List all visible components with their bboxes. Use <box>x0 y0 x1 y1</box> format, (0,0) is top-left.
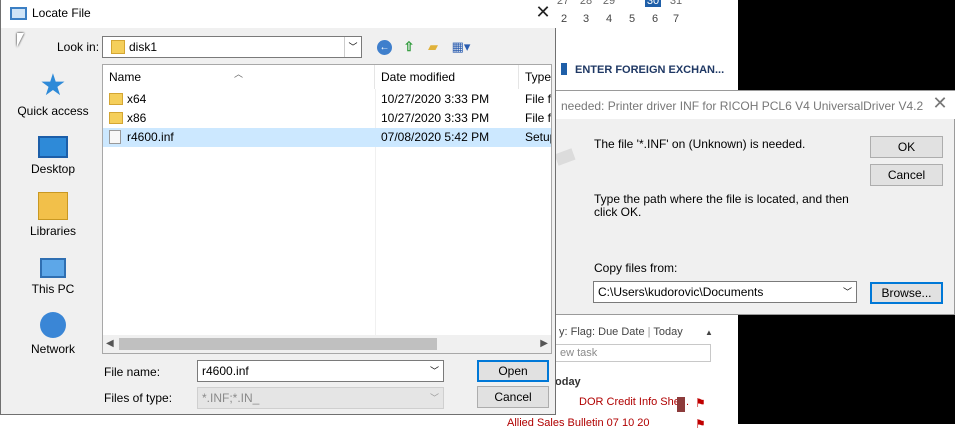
place-libraries[interactable]: Libraries <box>9 192 97 238</box>
desktop-icon <box>38 136 68 158</box>
calendar-day[interactable]: 27 <box>555 0 571 7</box>
flag-icon[interactable]: ⚑ <box>695 417 706 431</box>
new-folder-icon[interactable]: ▰ <box>424 39 442 55</box>
folder-icon <box>111 40 125 54</box>
chevron-down-icon[interactable]: ﹀ <box>344 37 361 57</box>
instruction-message: Type the path where the file is located,… <box>594 192 849 219</box>
place-this-pc[interactable]: This PC <box>9 252 97 296</box>
file-list[interactable]: Name ︿ Date modified Type x64 10/27/2020… <box>102 64 552 354</box>
dialog-title: Locate File <box>32 6 91 20</box>
look-in-label: Look in: <box>57 40 100 54</box>
look-in-combobox[interactable]: disk1 ﹀ <box>102 36 362 58</box>
chevron-down-icon[interactable]: ﹀ <box>843 285 852 298</box>
folder-icon <box>109 93 123 105</box>
scrollbar-thumb[interactable] <box>119 338 437 350</box>
close-icon[interactable]: ✕ <box>532 2 554 23</box>
locate-file-dialog: Locate File ✕ Look in: disk1 ﹀ ← ⇧ ▰ ▦▾ … <box>0 0 557 415</box>
calendar-day[interactable]: 28 <box>578 0 594 7</box>
close-icon[interactable]: ✕ <box>929 93 951 114</box>
disk-icon <box>554 148 576 166</box>
task-item[interactable]: Allied Sales Bulletin 07 10 20 ⚑ <box>507 417 738 435</box>
file-name-input[interactable]: r4600.inf ﹀ <box>197 360 444 382</box>
computer-icon <box>10 7 27 20</box>
sort-up-icon: ▲ <box>705 328 713 337</box>
this-pc-icon <box>40 258 66 278</box>
ok-button[interactable]: OK <box>870 136 943 158</box>
file-type-label: Files of type: <box>104 391 173 405</box>
heading-marker-icon <box>561 63 567 75</box>
column-header-type[interactable]: Type <box>519 65 551 89</box>
needed-message: The file '*.INF' on (Unknown) is needed. <box>594 137 806 151</box>
background-dark-area <box>738 0 955 100</box>
quick-access-icon: ★ <box>39 69 67 102</box>
calendar-day[interactable]: 4 <box>601 13 617 25</box>
folder-icon <box>109 112 123 124</box>
copy-from-label: Copy files from: <box>594 261 678 275</box>
cancel-button[interactable]: Cancel <box>870 164 943 186</box>
file-row-selected[interactable]: r4600.inf 07/08/2020 5:42 PM Setup <box>103 128 551 147</box>
scroll-right-icon[interactable]: ▶ <box>540 335 548 353</box>
new-task-input[interactable]: ew task <box>555 344 711 362</box>
arrange-by-header[interactable]: y: Flag: Due Date | Today ▲ <box>559 326 713 338</box>
mouse-cursor-icon <box>17 33 24 47</box>
file-row[interactable]: x86 10/27/2020 3:33 PM File fo <box>103 109 551 128</box>
libraries-icon <box>38 192 68 220</box>
today-group-header: oday <box>555 376 581 388</box>
column-header-name[interactable]: Name ︿ <box>103 65 375 89</box>
copy-from-combobox[interactable]: C:\Users\kudorovic\Documents ﹀ <box>593 281 857 303</box>
place-desktop[interactable]: Desktop <box>9 132 97 176</box>
file-row[interactable]: x64 10/27/2020 3:33 PM File fo <box>103 90 551 109</box>
mini-calendar: 27 28 29 30 31 2 3 4 5 6 7 <box>555 0 738 30</box>
files-needed-dialog: needed: Printer driver INF for RICOH PCL… <box>554 90 955 315</box>
up-folder-icon[interactable]: ⇧ <box>400 39 418 55</box>
calendar-day[interactable]: 2 <box>556 13 572 25</box>
places-bar: ★ Quick access Desktop Libraries This PC… <box>9 64 97 364</box>
place-network[interactable]: Network <box>9 312 97 356</box>
background-dark-area-lower <box>738 315 955 424</box>
background-heading[interactable]: ENTER FOREIGN EXCHAN... <box>561 63 724 76</box>
calendar-day[interactable]: 7 <box>668 13 684 25</box>
back-icon[interactable]: ← <box>377 40 392 55</box>
setup-file-icon <box>109 130 121 144</box>
open-button[interactable]: Open <box>477 360 549 382</box>
calendar-day[interactable]: 29 <box>601 0 617 7</box>
chevron-down-icon[interactable]: ﹀ <box>430 364 439 377</box>
calendar-day[interactable]: 3 <box>578 13 594 25</box>
locate-file-titlebar[interactable]: Locate File ✕ <box>1 0 557 28</box>
sort-ascending-icon: ︿ <box>234 69 244 79</box>
network-icon <box>40 312 66 338</box>
view-menu-icon[interactable]: ▦▾ <box>448 39 474 55</box>
dialog-title: needed: Printer driver INF for RICOH PCL… <box>561 99 924 113</box>
browse-button[interactable]: Browse... <box>870 282 943 304</box>
calendar-day[interactable]: 6 <box>647 13 663 25</box>
cancel-button[interactable]: Cancel <box>477 386 549 408</box>
chevron-down-icon[interactable]: ﹀ <box>430 391 439 404</box>
file-type-combobox[interactable]: *.INF;*.IN_ ﹀ <box>197 387 444 409</box>
calendar-day-selected[interactable]: 30 <box>645 0 661 7</box>
calendar-day[interactable]: 31 <box>668 0 684 7</box>
file-name-label: File name: <box>104 365 161 379</box>
task-pane: y: Flag: Due Date | Today ▲ ew task oday… <box>507 318 738 431</box>
column-header-date[interactable]: Date modified <box>375 65 519 89</box>
scroll-left-icon[interactable]: ◀ <box>106 335 114 353</box>
flag-icon[interactable]: ⚑ <box>695 396 706 410</box>
category-color-icon <box>677 397 685 412</box>
horizontal-scrollbar[interactable]: ◀ ▶ <box>103 335 551 353</box>
place-quick-access[interactable]: ★ Quick access <box>9 69 97 119</box>
calendar-day[interactable]: 5 <box>624 13 640 25</box>
task-item[interactable]: DOR Credit Info She... ⚑ <box>555 396 738 414</box>
files-needed-titlebar[interactable]: needed: Printer driver INF for RICOH PCL… <box>556 91 955 119</box>
